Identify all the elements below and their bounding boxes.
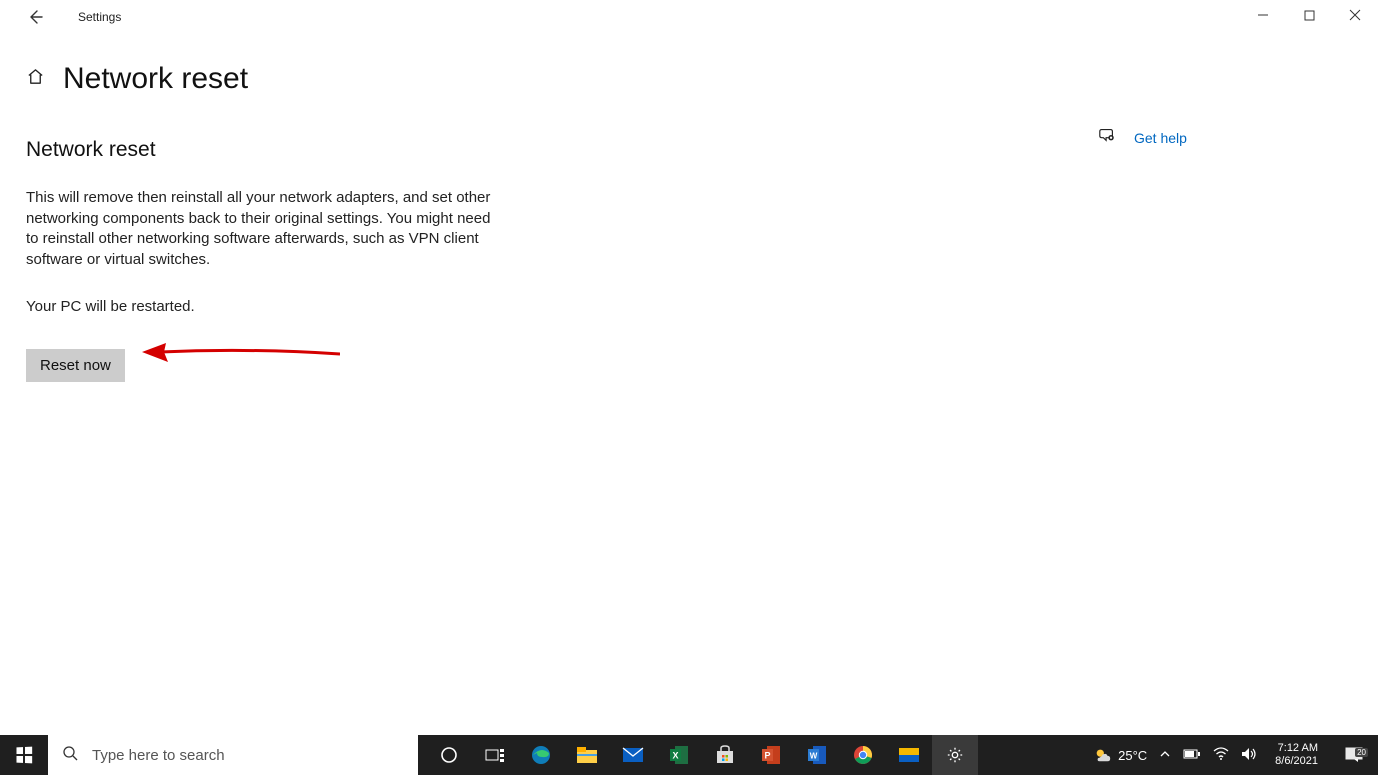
back-arrow-icon (27, 9, 43, 25)
system-tray: 25°C 7:12 AM 8/6/2021 20 (1094, 735, 1378, 775)
volume-icon[interactable] (1241, 747, 1257, 764)
battery-icon[interactable] (1183, 748, 1201, 763)
tray-chevron-icon[interactable] (1159, 748, 1171, 763)
window-title: Settings (78, 10, 121, 24)
mail-icon[interactable] (610, 735, 656, 775)
date-text: 8/6/2021 (1275, 755, 1318, 768)
excel-icon[interactable]: X (656, 735, 702, 775)
notification-count: 20 (1355, 748, 1368, 757)
minimize-button[interactable] (1240, 0, 1286, 30)
get-help-link[interactable]: Get help (1134, 130, 1187, 146)
reset-now-button[interactable]: Reset now (26, 349, 125, 382)
minimize-icon (1257, 9, 1269, 21)
weather-icon (1094, 746, 1112, 764)
page-title: Network reset (63, 62, 248, 96)
weather-widget[interactable]: 25°C (1094, 746, 1147, 764)
chrome-icon[interactable] (840, 735, 886, 775)
maximize-button[interactable] (1286, 0, 1332, 30)
titlebar: Settings (0, 0, 1378, 34)
svg-text:W: W (810, 752, 818, 761)
word-icon[interactable]: W (794, 735, 840, 775)
page-header: Network reset (0, 62, 1378, 96)
clock[interactable]: 7:12 AM 8/6/2021 (1269, 742, 1324, 768)
main-column: Network reset This will remove then rein… (26, 138, 586, 382)
section-heading: Network reset (26, 138, 586, 162)
svg-text:P: P (764, 751, 770, 761)
file-explorer-icon[interactable] (564, 735, 610, 775)
home-icon[interactable] (26, 67, 45, 91)
wifi-icon[interactable] (1213, 747, 1229, 764)
svg-text:X: X (672, 751, 678, 761)
close-icon (1349, 9, 1361, 21)
help-section: Get help (1098, 126, 1187, 149)
maximize-icon (1304, 10, 1315, 21)
restart-note: Your PC will be restarted. (26, 297, 506, 318)
weather-temp: 25°C (1118, 748, 1147, 763)
task-view-icon[interactable] (472, 735, 518, 775)
powerpoint-icon[interactable]: P (748, 735, 794, 775)
settings-icon[interactable] (932, 735, 978, 775)
cortana-icon[interactable] (426, 735, 472, 775)
taskbar-apps: X P W (426, 735, 978, 775)
taskbar: Type here to search X P W 25°C 7:12 AM 8… (0, 735, 1378, 775)
close-button[interactable] (1332, 0, 1378, 30)
taskbar-search[interactable]: Type here to search (48, 735, 418, 775)
window-controls (1240, 0, 1378, 30)
description-text: This will remove then reinstall all your… (26, 188, 506, 271)
get-help-icon (1098, 126, 1116, 149)
search-icon (62, 745, 78, 765)
store-icon[interactable] (702, 735, 748, 775)
app-icon[interactable] (886, 735, 932, 775)
start-button[interactable] (0, 735, 48, 775)
time-text: 7:12 AM (1275, 742, 1318, 755)
windows-logo-icon (16, 747, 32, 764)
search-placeholder: Type here to search (92, 747, 225, 764)
notifications-button[interactable]: 20 (1336, 747, 1372, 763)
content: Network reset This will remove then rein… (0, 138, 1378, 382)
back-button[interactable] (20, 2, 50, 32)
edge-icon[interactable] (518, 735, 564, 775)
